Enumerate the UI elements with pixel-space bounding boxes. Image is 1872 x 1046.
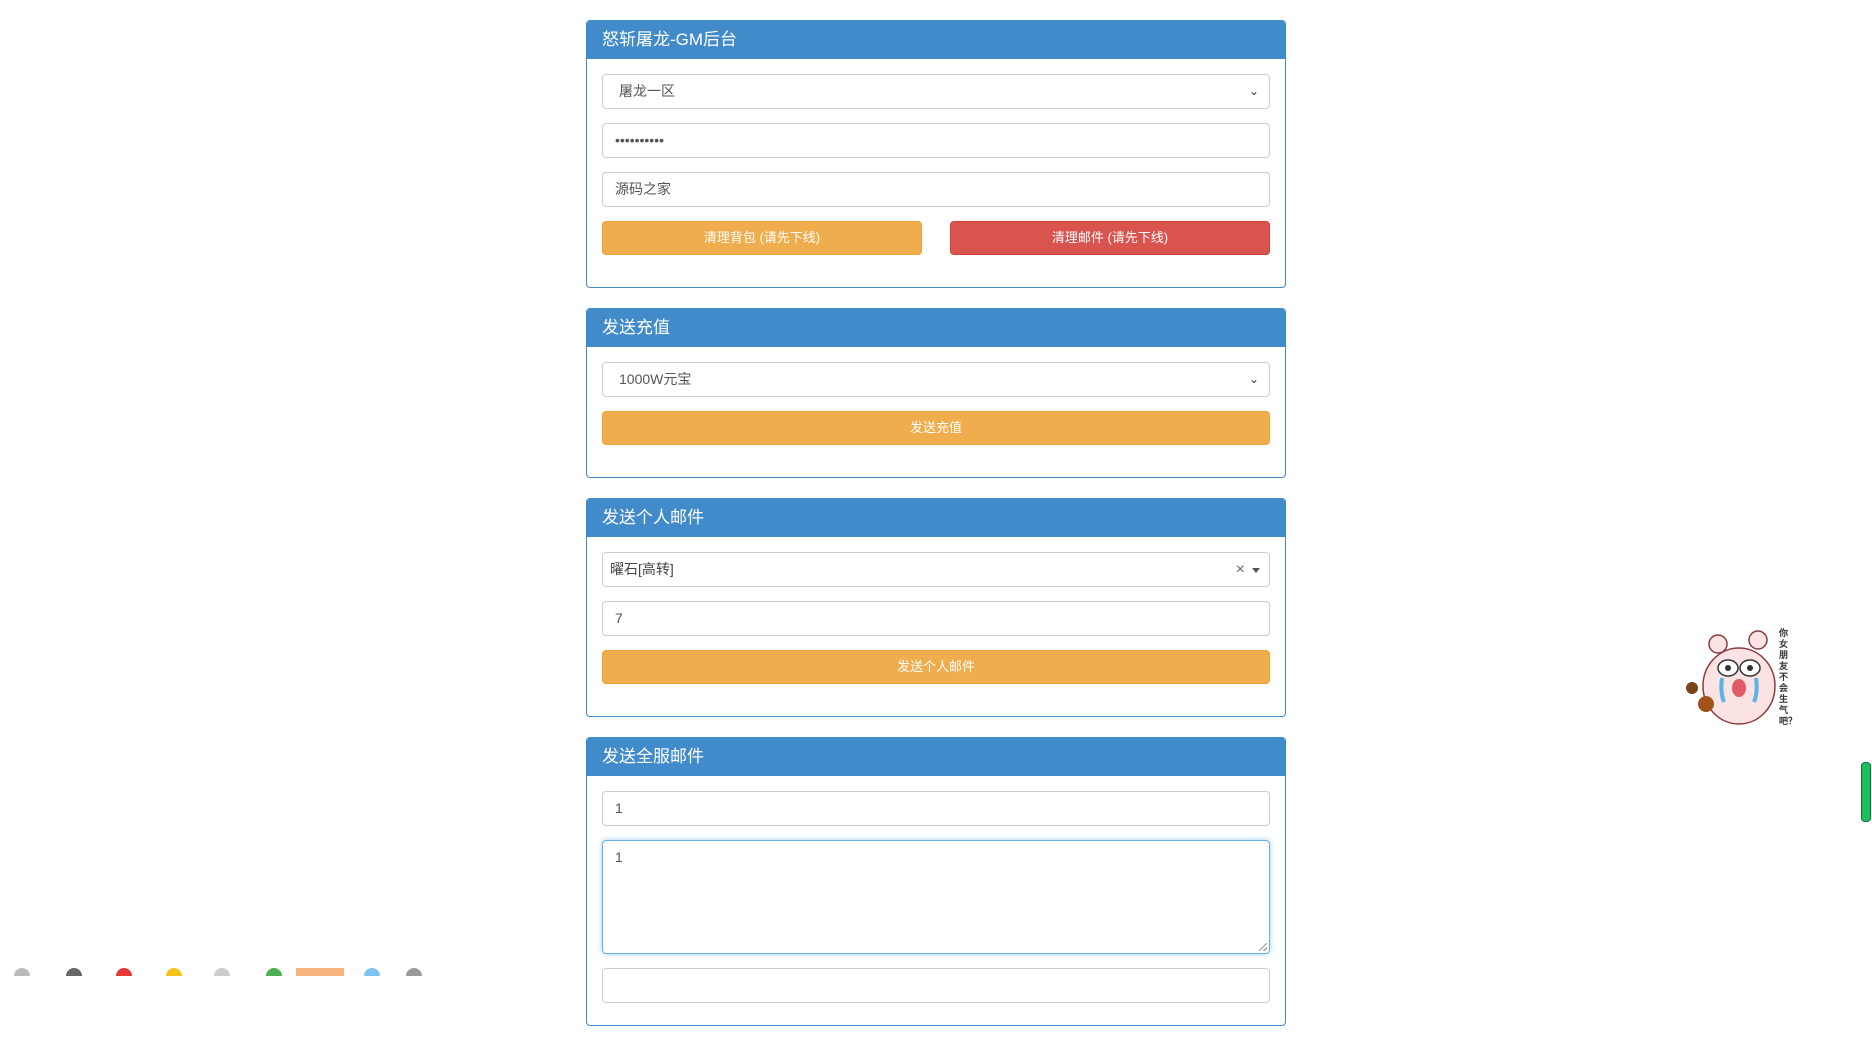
caret-down-icon (1252, 568, 1260, 573)
panel-title: 发送个人邮件 (587, 499, 1285, 537)
app-icon[interactable] (406, 968, 422, 976)
app-icon[interactable] (266, 968, 282, 976)
panel-title: 发送充值 (587, 309, 1285, 347)
server-mail-panel: 发送全服邮件 1 1 (586, 737, 1286, 1026)
app-icon[interactable] (14, 968, 30, 976)
mail-body-value: 1 (615, 849, 623, 865)
panel-title: 发送全服邮件 (587, 738, 1285, 776)
item-select[interactable]: 曜石[高转] × (602, 552, 1270, 587)
send-personal-mail-button[interactable]: 发送个人邮件 (602, 650, 1270, 684)
clear-bag-button[interactable]: 清理背包 (请先下线) (602, 221, 922, 255)
recharge-amount-value: 1000W元宝 (619, 371, 692, 387)
mail-attachment-field[interactable] (602, 968, 1270, 1003)
player-name-value: 源码之家 (615, 181, 671, 197)
mail-subject-value: 1 (615, 800, 623, 816)
app-icon[interactable] (166, 968, 182, 976)
clear-mail-button[interactable]: 清理邮件 (请先下线) (950, 221, 1270, 255)
taskbar (0, 964, 440, 976)
app-icon[interactable] (66, 968, 82, 976)
resize-grip-icon[interactable] (1259, 943, 1267, 951)
quantity-value: 7 (615, 610, 623, 626)
recharge-panel: 发送充值 1000W元宝 ⌄ 发送充值 (586, 308, 1286, 478)
app-icon[interactable] (364, 968, 380, 976)
password-value: •••••••••• (615, 132, 665, 148)
app-icon[interactable] (116, 968, 132, 976)
mascot-caption: 你女朋友不会生气吧？ (1779, 628, 1798, 726)
mascot-sticker (1686, 630, 1776, 725)
recharge-amount-select[interactable]: 1000W元宝 ⌄ (602, 362, 1270, 397)
password-field[interactable]: •••••••••• (602, 123, 1270, 158)
send-recharge-button[interactable]: 发送充值 (602, 411, 1270, 445)
quantity-field[interactable]: 7 (602, 601, 1270, 636)
chevron-down-icon: ⌄ (1248, 84, 1259, 98)
player-name-field[interactable]: 源码之家 (602, 172, 1270, 207)
app-icon[interactable] (214, 968, 230, 976)
clear-icon[interactable]: × (1236, 553, 1245, 586)
chevron-down-icon: ⌄ (1248, 372, 1259, 386)
main-content: 怒斩屠龙-GM后台 屠龙一区 ⌄ •••••••••• 源码之家 清理背包 (请… (586, 20, 1286, 1046)
scroll-indicator[interactable] (1861, 762, 1871, 822)
mail-subject-field[interactable]: 1 (602, 791, 1270, 826)
server-select-value: 屠龙一区 (619, 83, 675, 99)
personal-mail-panel: 发送个人邮件 曜石[高转] × 7 发送个人邮件 (586, 498, 1286, 717)
app-icon[interactable] (296, 968, 344, 976)
panel-title: 怒斩屠龙-GM后台 (587, 21, 1285, 59)
mail-body-textarea[interactable]: 1 (602, 840, 1270, 954)
gm-panel: 怒斩屠龙-GM后台 屠龙一区 ⌄ •••••••••• 源码之家 清理背包 (请… (586, 20, 1286, 288)
server-select[interactable]: 屠龙一区 ⌄ (602, 74, 1270, 109)
item-select-value: 曜石[高转] (610, 561, 674, 577)
